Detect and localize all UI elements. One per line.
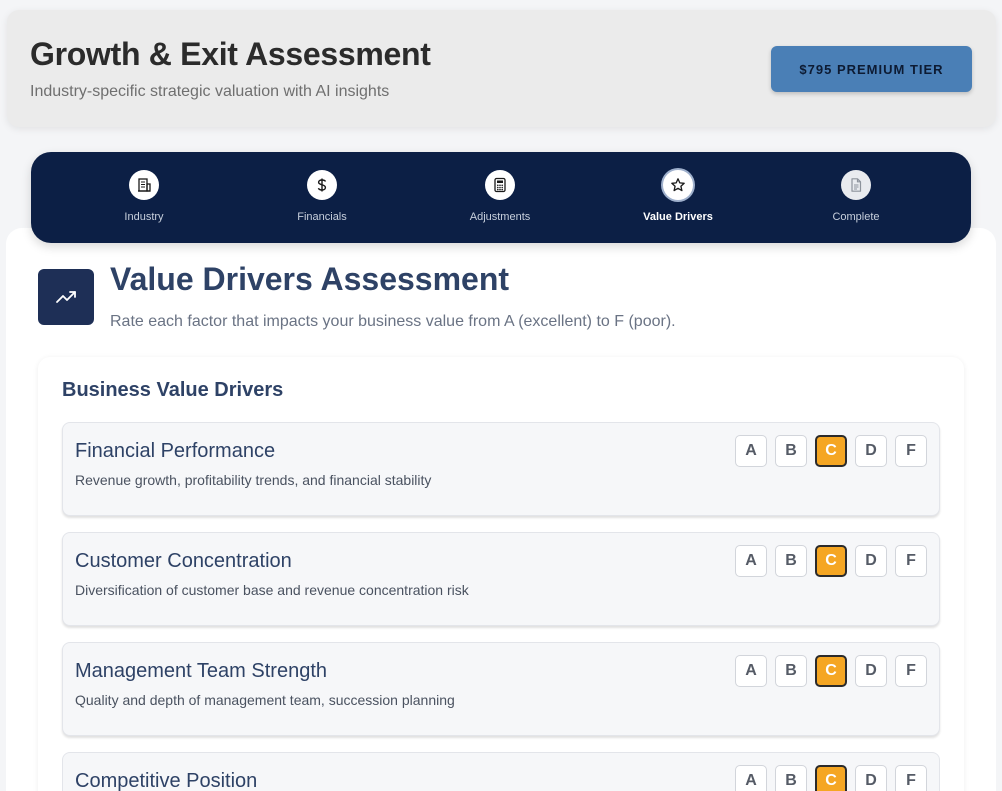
grade-c-button[interactable]: C [815, 435, 847, 467]
driver-description: Quality and depth of management team, su… [75, 692, 455, 708]
grade-a-button[interactable]: A [735, 655, 767, 687]
dollar-icon [307, 170, 337, 200]
document-icon [841, 170, 871, 200]
grade-f-button[interactable]: F [895, 765, 927, 791]
grade-b-button[interactable]: B [775, 765, 807, 791]
building-icon [129, 170, 159, 200]
step-label: Adjustments [469, 211, 531, 223]
premium-tier-button[interactable]: $795 PREMIUM TIER [771, 46, 972, 92]
grade-c-button[interactable]: C [815, 765, 847, 791]
driver-competitive-position: Competitive Position A B C D F [62, 752, 940, 791]
page-title: Growth & Exit Assessment [30, 36, 431, 72]
driver-customer-concentration: Customer Concentration Diversification o… [62, 532, 940, 626]
grade-d-button[interactable]: D [855, 435, 887, 467]
step-label: Complete [832, 211, 880, 223]
driver-description: Revenue growth, profitability trends, an… [75, 472, 432, 488]
page-header: Growth & Exit Assessment Industry-specif… [7, 10, 996, 127]
grade-d-button[interactable]: D [855, 655, 887, 687]
grade-f-button[interactable]: F [895, 655, 927, 687]
grade-c-button[interactable]: C [815, 545, 847, 577]
star-icon [663, 170, 693, 200]
grade-a-button[interactable]: A [735, 435, 767, 467]
grade-f-button[interactable]: F [895, 435, 927, 467]
step-adjustments[interactable]: Adjustments [425, 170, 575, 223]
trending-up-icon [38, 269, 94, 325]
section-description: Rate each factor that impacts your busin… [110, 313, 676, 330]
grade-c-button[interactable]: C [815, 655, 847, 687]
step-label: Financials [297, 211, 347, 223]
driver-management-team-strength: Management Team Strength Quality and dep… [62, 642, 940, 736]
grade-b-button[interactable]: B [775, 545, 807, 577]
step-label: Industry [124, 211, 164, 223]
driver-financial-performance: Financial Performance Revenue growth, pr… [62, 422, 940, 516]
step-industry[interactable]: Industry [69, 170, 219, 223]
grade-selector: A B C D F [735, 655, 927, 687]
driver-description: Diversification of customer base and rev… [75, 582, 469, 598]
section-title: Value Drivers Assessment [110, 261, 510, 297]
step-financials[interactable]: Financials [247, 170, 397, 223]
grade-a-button[interactable]: A [735, 765, 767, 791]
grade-selector: A B C D F [735, 765, 927, 791]
grade-b-button[interactable]: B [775, 435, 807, 467]
page-subtitle: Industry-specific strategic valuation wi… [30, 83, 390, 100]
progress-stepper: Industry Financials Adjustments Value Dr… [31, 152, 971, 243]
driver-title: Customer Concentration [75, 550, 292, 572]
step-label: Value Drivers [643, 211, 713, 223]
grade-f-button[interactable]: F [895, 545, 927, 577]
grade-b-button[interactable]: B [775, 655, 807, 687]
grade-selector: A B C D F [735, 435, 927, 467]
step-complete[interactable]: Complete [781, 170, 931, 223]
grade-d-button[interactable]: D [855, 765, 887, 791]
drivers-heading: Business Value Drivers [62, 379, 284, 401]
grade-a-button[interactable]: A [735, 545, 767, 577]
driver-title: Financial Performance [75, 440, 276, 462]
calculator-icon [485, 170, 515, 200]
grade-d-button[interactable]: D [855, 545, 887, 577]
driver-title: Competitive Position [75, 770, 258, 791]
grade-selector: A B C D F [735, 545, 927, 577]
step-value-drivers[interactable]: Value Drivers [603, 170, 753, 223]
driver-title: Management Team Strength [75, 660, 328, 682]
